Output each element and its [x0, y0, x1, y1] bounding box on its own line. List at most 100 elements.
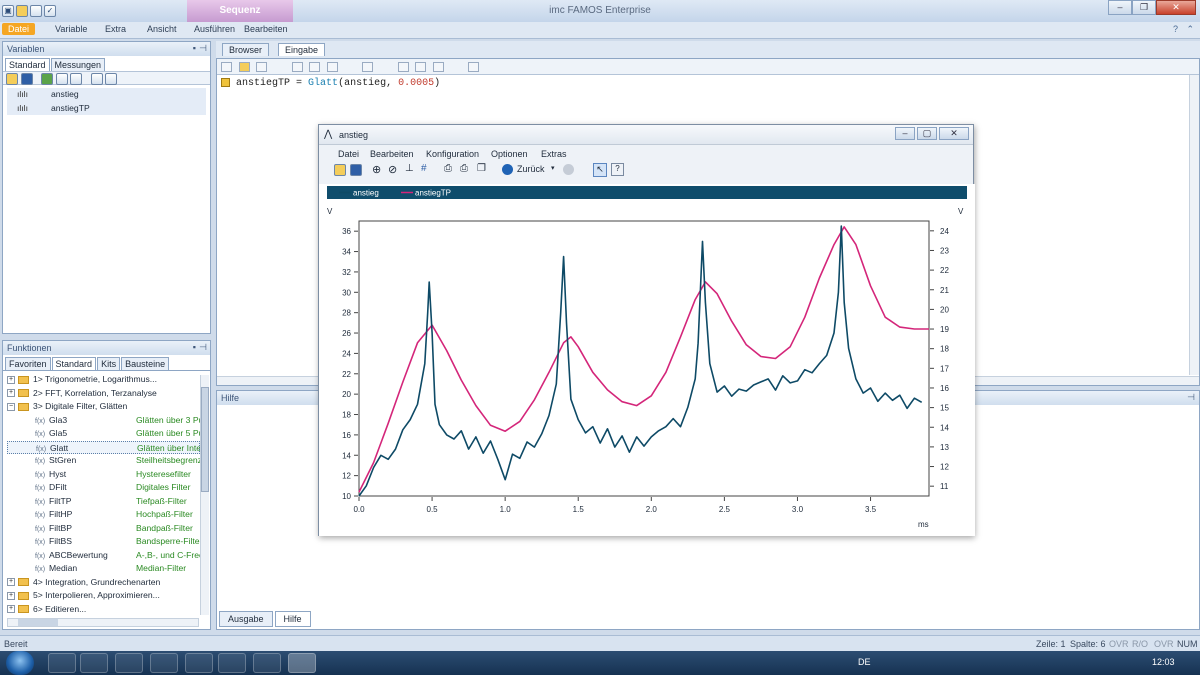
context-tab-sequenz[interactable]: Sequenz: [187, 0, 293, 22]
start-button-icon[interactable]: [6, 651, 34, 675]
tree-item[interactable]: f(x) FiltBS Bandsperre-Filter: [7, 535, 202, 549]
copy-icon[interactable]: ❐: [477, 163, 486, 174]
new-document-icon[interactable]: [30, 5, 42, 17]
collapse-icon[interactable]: −: [7, 402, 15, 411]
tree-hscrollbar[interactable]: [7, 618, 199, 627]
tree-item[interactable]: f(x) Glatt Glätten über Inte: [7, 440, 201, 454]
expand-icon[interactable]: +: [7, 605, 15, 613]
outdent-icon[interactable]: [415, 62, 427, 72]
tree-item[interactable]: f(x) FiltHP Hochpaß-Filter: [7, 508, 200, 522]
tab-standard[interactable]: Standard: [5, 58, 50, 71]
scrollbar-thumb[interactable]: [201, 387, 209, 492]
famos-window-icon[interactable]: [288, 653, 316, 673]
tab-browser[interactable]: Browser: [222, 43, 270, 56]
tree-item[interactable]: f(x) DFilt Digitales Filter: [7, 481, 200, 495]
panel-pin-icon[interactable]: ⊣: [199, 342, 207, 353]
chrome-icon[interactable]: [115, 653, 143, 673]
indent-icon[interactable]: [397, 62, 409, 72]
open-icon[interactable]: [6, 73, 18, 85]
media-player-icon[interactable]: [185, 653, 213, 673]
curve-menu-bearbeiten[interactable]: Bearbeiten: [370, 149, 414, 159]
tree-group[interactable]: +2> FFT, Korrelation, Terzanalyse: [7, 387, 200, 401]
panel-float-icon[interactable]: ▪: [193, 43, 196, 53]
run-icon[interactable]: [362, 62, 374, 72]
expand-icon[interactable]: +: [7, 578, 15, 587]
curve-window[interactable]: ⋀ anstieg – ▢ ✕ Datei Bearbeiten Konfigu…: [318, 124, 975, 536]
properties-icon[interactable]: ✓: [44, 5, 56, 17]
tab-messungen[interactable]: Messungen: [50, 58, 106, 71]
minimize-icon[interactable]: –: [1108, 0, 1132, 15]
tree-scrollbar[interactable]: [200, 375, 209, 615]
internet-explorer-icon[interactable]: [48, 653, 76, 673]
tab-hilfe[interactable]: Hilfe: [274, 611, 311, 627]
delete-icon[interactable]: [90, 73, 103, 85]
close-icon[interactable]: ✕: [939, 127, 969, 140]
save-icon[interactable]: [256, 62, 268, 72]
tree-group[interactable]: +6> Editieren...: [7, 603, 200, 613]
clock[interactable]: 12:03: [1152, 657, 1175, 667]
help-icon[interactable]: ?: [611, 163, 624, 176]
chart-area[interactable]: anstieg anstiegTP V Vms 10 12 14 16 18 20 22 24 26 28…: [319, 184, 975, 536]
expand-icon[interactable]: +: [7, 375, 15, 384]
open-folder-icon[interactable]: [16, 5, 28, 17]
copy-icon[interactable]: [309, 62, 321, 72]
editor-line[interactable]: anstiegTP = Glatt(anstieg, 0.0005): [217, 75, 1199, 92]
open-icon[interactable]: [238, 62, 250, 72]
restore-icon[interactable]: ❐: [1132, 0, 1156, 15]
explorer-icon[interactable]: [80, 653, 108, 673]
word-icon[interactable]: [218, 653, 246, 673]
cut-icon[interactable]: [291, 62, 303, 72]
list-item[interactable]: ılılı anstieg: [7, 88, 206, 102]
menu-datei[interactable]: Datei: [2, 23, 36, 35]
ribbon-collapse-icon[interactable]: ⌃: [1186, 24, 1194, 35]
curve-menu-extras[interactable]: Extras: [541, 149, 567, 159]
paste-icon[interactable]: [326, 62, 338, 72]
app-menu-icon[interactable]: ▣: [2, 5, 14, 17]
expand-icon[interactable]: +: [7, 389, 15, 398]
print-icon[interactable]: ⎙: [460, 163, 468, 174]
tree-group[interactable]: − 3> Digitale Filter, Glätten: [7, 400, 200, 414]
menu-bearbeiten[interactable]: Bearbeiten: [244, 24, 288, 34]
tab-kits[interactable]: Kits: [97, 357, 121, 370]
close-icon[interactable]: ✕: [1156, 0, 1196, 15]
minimize-icon[interactable]: –: [895, 127, 915, 140]
back-button[interactable]: Zurück: [517, 164, 545, 174]
back-dropdown-icon[interactable]: ▾: [551, 164, 555, 172]
hscrollbar-thumb[interactable]: [18, 619, 58, 626]
tree-item[interactable]: f(x) Hyst Hysteresefilter: [7, 468, 200, 482]
tree-group[interactable]: +5> Interpolieren, Approximieren...: [7, 589, 200, 603]
curve-menu-datei[interactable]: Datei: [338, 149, 359, 159]
list-item[interactable]: ılılı anstiegTP: [7, 101, 206, 115]
panel-pin-icon[interactable]: ⊣: [1187, 392, 1195, 403]
menu-ansicht[interactable]: Ansicht: [147, 24, 177, 34]
panel-float-icon[interactable]: ▪: [193, 342, 196, 352]
import-icon[interactable]: [41, 73, 54, 85]
zoom-icon[interactable]: ⊕: [372, 163, 381, 176]
editor-vscrollbar[interactable]: [1189, 75, 1199, 375]
restore-icon[interactable]: ▢: [917, 127, 937, 140]
forward-arrow-icon[interactable]: [563, 164, 574, 175]
table-icon[interactable]: [70, 73, 83, 85]
pointer-icon[interactable]: ↖: [593, 163, 607, 177]
expand-icon[interactable]: +: [7, 591, 15, 600]
tab-favoriten[interactable]: Favoriten: [5, 357, 51, 370]
tree-item[interactable]: f(x) Median Median-Filter: [7, 562, 200, 576]
properties-icon[interactable]: [55, 73, 68, 85]
menu-ausfuehren[interactable]: Ausführen: [194, 24, 235, 34]
save-icon[interactable]: [350, 164, 362, 176]
options-icon[interactable]: [468, 62, 480, 72]
tree-item[interactable]: f(x) FiltTP Tiefpaß-Filter: [7, 495, 200, 509]
tab-standard[interactable]: Standard: [51, 357, 97, 370]
tree-item[interactable]: f(x) FiltBP Bandpaß-Filter: [7, 522, 200, 536]
zoom-reset-icon[interactable]: ⊘: [388, 163, 397, 176]
save-icon[interactable]: [20, 73, 33, 85]
famos-icon[interactable]: [253, 653, 281, 673]
tree-item[interactable]: f(x) Gla5 Glätten über 5 Pu: [7, 427, 203, 441]
tab-eingabe[interactable]: Eingabe: [278, 43, 326, 56]
curve-menu-konfiguration[interactable]: Konfiguration: [426, 149, 479, 159]
grid-icon[interactable]: #: [421, 163, 427, 174]
back-arrow-icon[interactable]: [502, 164, 513, 175]
tree-group[interactable]: +4> Integration, Grundrechenarten: [7, 576, 200, 590]
menu-variable[interactable]: Variable: [55, 24, 87, 34]
filter-icon[interactable]: [105, 73, 118, 85]
